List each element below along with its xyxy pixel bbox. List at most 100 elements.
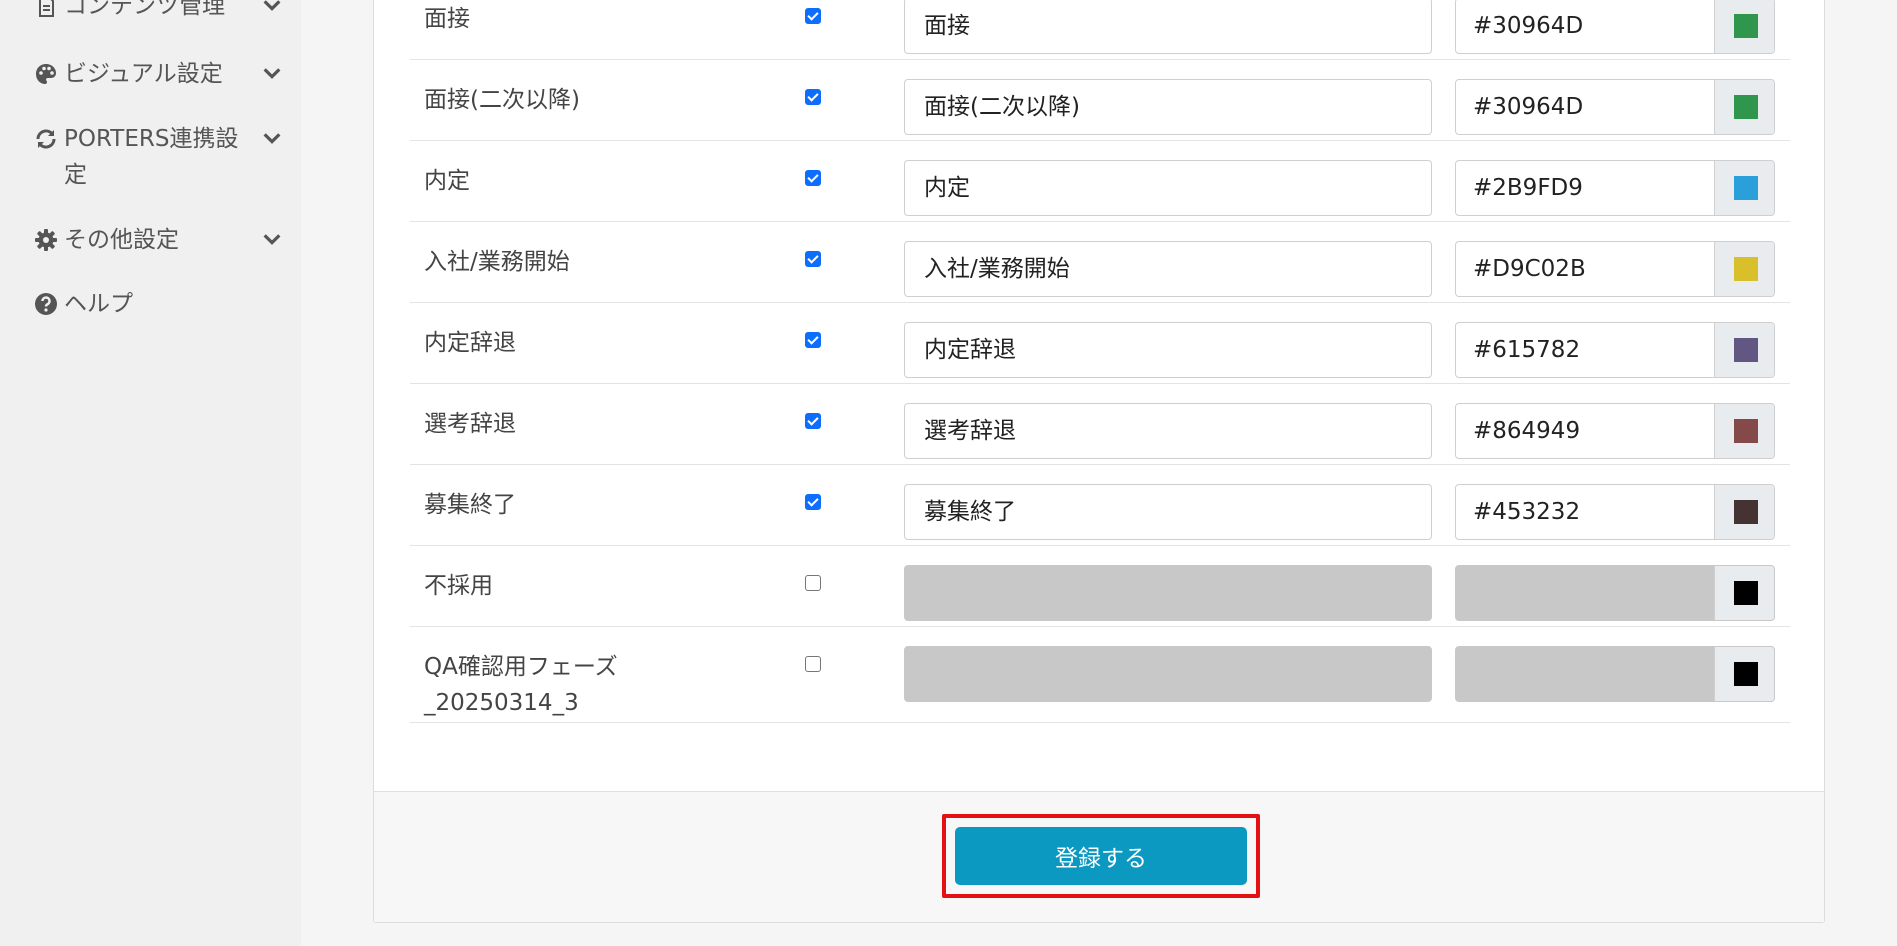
color-hex-value[interactable]: #D9C02B bbox=[1456, 242, 1714, 296]
color-hex-value bbox=[1456, 566, 1714, 620]
phase-display-name-input[interactable]: 選考辞退 bbox=[904, 403, 1432, 459]
phase-display-name-input bbox=[904, 565, 1432, 621]
chevron-down-icon bbox=[263, 234, 281, 245]
phase-name: QA確認用フェーズ _20250314_3 bbox=[424, 649, 618, 721]
phase-name-line: QA確認用フェーズ bbox=[424, 654, 618, 680]
color-hex-value[interactable]: #30964D bbox=[1456, 0, 1714, 53]
color-picker-button bbox=[1714, 647, 1774, 701]
phase-settings-table: 面接 面接 #30964D 面接(二次以降) 面接(二次以降) #30964D … bbox=[374, 0, 1824, 794]
phase-enabled-checkbox[interactable] bbox=[805, 494, 821, 510]
phase-name: 入社/業務開始 bbox=[424, 249, 570, 275]
phase-enabled-checkbox[interactable] bbox=[805, 170, 821, 186]
phase-enabled-checkbox[interactable] bbox=[805, 656, 821, 672]
color-swatch bbox=[1734, 419, 1758, 443]
chevron-down-icon bbox=[263, 133, 281, 144]
phase-settings-card: 面接 面接 #30964D 面接(二次以降) 面接(二次以降) #30964D … bbox=[373, 0, 1825, 923]
table-row: 不採用 bbox=[410, 565, 1790, 627]
phase-name: 不採用 bbox=[424, 573, 493, 599]
phase-color-input[interactable]: #615782 bbox=[1455, 322, 1775, 378]
phase-name: 面接 bbox=[424, 6, 470, 32]
color-picker-button bbox=[1714, 566, 1774, 620]
phase-color-input[interactable]: #30964D bbox=[1455, 79, 1775, 135]
phase-display-name-input[interactable]: 募集終了 bbox=[904, 484, 1432, 540]
color-swatch bbox=[1734, 176, 1758, 200]
phase-name: 選考辞退 bbox=[424, 411, 516, 437]
sidebar-item-visual-settings[interactable]: ビジュアル設定 bbox=[34, 56, 283, 92]
phase-color-input bbox=[1455, 565, 1775, 621]
phase-name: 内定 bbox=[424, 168, 470, 194]
color-picker-button[interactable] bbox=[1714, 242, 1774, 296]
phase-display-name-input[interactable]: 内定辞退 bbox=[904, 322, 1432, 378]
color-swatch bbox=[1734, 95, 1758, 119]
color-hex-value[interactable]: #2B9FD9 bbox=[1456, 161, 1714, 215]
sidebar-item-label: ヘルプ bbox=[64, 291, 133, 317]
color-swatch bbox=[1734, 662, 1758, 686]
color-picker-button[interactable] bbox=[1714, 485, 1774, 539]
color-picker-button[interactable] bbox=[1714, 161, 1774, 215]
phase-color-input[interactable]: #2B9FD9 bbox=[1455, 160, 1775, 216]
color-picker-button[interactable] bbox=[1714, 323, 1774, 377]
phase-color-input[interactable]: #453232 bbox=[1455, 484, 1775, 540]
phase-name-line: _20250314_3 bbox=[424, 690, 579, 716]
phase-name: 募集終了 bbox=[424, 492, 516, 518]
color-hex-value[interactable]: #30964D bbox=[1456, 80, 1714, 134]
gear-icon bbox=[35, 229, 57, 251]
question-circle-icon bbox=[35, 293, 57, 315]
phase-color-input[interactable]: #30964D bbox=[1455, 0, 1775, 54]
phase-color-input[interactable]: #D9C02B bbox=[1455, 241, 1775, 297]
color-swatch bbox=[1734, 257, 1758, 281]
color-hex-value[interactable]: #864949 bbox=[1456, 404, 1714, 458]
sidebar: コンテンツ管理 ビジュアル設定 PORTERS連携設定 その他設定 ヘルプ bbox=[0, 0, 301, 946]
sidebar-item-label: コンテンツ管理 bbox=[64, 0, 225, 19]
phase-enabled-checkbox[interactable] bbox=[805, 413, 821, 429]
color-hex-value[interactable]: #453232 bbox=[1456, 485, 1714, 539]
sync-icon bbox=[36, 129, 56, 149]
sidebar-item-label: その他設定 bbox=[64, 227, 179, 253]
phase-display-name-input[interactable]: 面接(二次以降) bbox=[904, 79, 1432, 135]
phase-enabled-checkbox[interactable] bbox=[805, 89, 821, 105]
submit-highlight-box: 登録する bbox=[942, 814, 1260, 898]
sidebar-item-other-settings[interactable]: その他設定 bbox=[34, 222, 283, 258]
phase-name: 内定辞退 bbox=[424, 330, 516, 356]
sidebar-item-porters-sync[interactable]: PORTERS連携設定 bbox=[34, 121, 283, 193]
table-row: 選考辞退 選考辞退 #864949 bbox=[410, 403, 1790, 465]
table-row: QA確認用フェーズ _20250314_3 bbox=[410, 646, 1790, 723]
color-picker-button[interactable] bbox=[1714, 404, 1774, 458]
table-row: 入社/業務開始 入社/業務開始 #D9C02B bbox=[410, 241, 1790, 303]
phase-enabled-checkbox[interactable] bbox=[805, 575, 821, 591]
color-picker-button[interactable] bbox=[1714, 80, 1774, 134]
card-footer: 登録する bbox=[374, 791, 1824, 922]
color-picker-button[interactable] bbox=[1714, 0, 1774, 53]
file-text-icon bbox=[39, 0, 54, 17]
color-hex-value bbox=[1456, 647, 1714, 701]
phase-display-name-input[interactable]: 入社/業務開始 bbox=[904, 241, 1432, 297]
submit-button[interactable]: 登録する bbox=[955, 827, 1247, 885]
phase-name: 面接(二次以降) bbox=[424, 87, 580, 113]
table-row: 募集終了 募集終了 #453232 bbox=[410, 484, 1790, 546]
table-row: 面接(二次以降) 面接(二次以降) #30964D bbox=[410, 79, 1790, 141]
color-swatch bbox=[1734, 14, 1758, 38]
color-hex-value[interactable]: #615782 bbox=[1456, 323, 1714, 377]
chevron-down-icon bbox=[263, 0, 281, 11]
phase-display-name-input[interactable]: 面接 bbox=[904, 0, 1432, 54]
main-content: 面接 面接 #30964D 面接(二次以降) 面接(二次以降) #30964D … bbox=[301, 0, 1897, 946]
phase-color-input bbox=[1455, 646, 1775, 702]
table-row: 内定 内定 #2B9FD9 bbox=[410, 160, 1790, 222]
chevron-down-icon bbox=[263, 68, 281, 79]
phase-color-input[interactable]: #864949 bbox=[1455, 403, 1775, 459]
table-row: 内定辞退 内定辞退 #615782 bbox=[410, 322, 1790, 384]
sidebar-item-help[interactable]: ヘルプ bbox=[34, 286, 283, 322]
color-swatch bbox=[1734, 338, 1758, 362]
table-row: 面接 面接 #30964D bbox=[410, 0, 1790, 60]
color-swatch bbox=[1734, 500, 1758, 524]
sidebar-item-label: ビジュアル設定 bbox=[64, 61, 223, 87]
palette-icon bbox=[36, 64, 56, 84]
phase-enabled-checkbox[interactable] bbox=[805, 251, 821, 267]
phase-enabled-checkbox[interactable] bbox=[805, 8, 821, 24]
phase-enabled-checkbox[interactable] bbox=[805, 332, 821, 348]
color-swatch bbox=[1734, 581, 1758, 605]
phase-display-name-input bbox=[904, 646, 1432, 702]
sidebar-item-label: PORTERS連携設定 bbox=[64, 126, 239, 188]
sidebar-item-content-management[interactable]: コンテンツ管理 bbox=[34, 0, 283, 24]
phase-display-name-input[interactable]: 内定 bbox=[904, 160, 1432, 216]
